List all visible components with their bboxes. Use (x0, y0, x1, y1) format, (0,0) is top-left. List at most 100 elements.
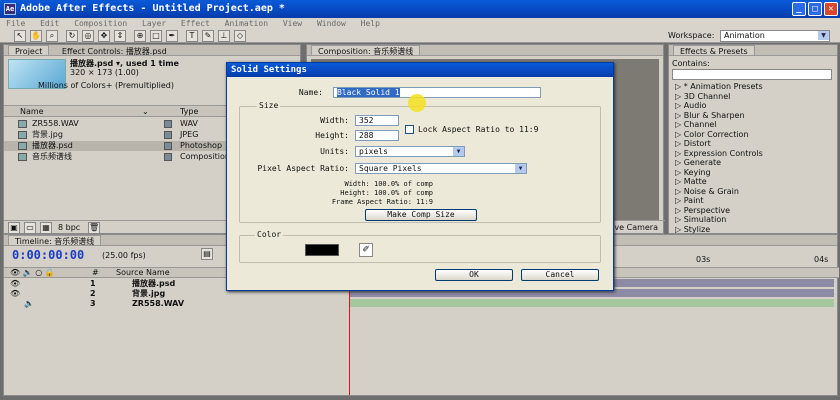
orbit-camera-tool-icon[interactable]: ◎ (82, 30, 94, 42)
menu-help[interactable]: Help (361, 19, 380, 28)
selection-tool-icon[interactable]: ↖ (14, 30, 26, 42)
height-input[interactable]: 288 (355, 130, 399, 141)
track-z-camera-tool-icon[interactable]: ⇕ (114, 30, 126, 42)
layer-name: 播放器.psd (132, 279, 176, 288)
effects-category-label: Stylize (683, 224, 711, 234)
label-color-swatch[interactable] (164, 153, 172, 161)
bit-depth-button[interactable]: 8 bpc (58, 221, 80, 234)
width-input[interactable]: 352 (355, 115, 399, 126)
speaker-icon[interactable]: 🔈 (24, 299, 34, 308)
minimize-button[interactable]: _ (792, 2, 806, 16)
layer-number: 1 (90, 279, 96, 288)
text-tool-icon[interactable]: T (186, 30, 198, 42)
solid-name-input[interactable]: Black Solid 1 (333, 87, 541, 98)
track-xy-camera-tool-icon[interactable]: ✥ (98, 30, 110, 42)
effects-presets-panel: Effects & Presets Contains: ▷ * Animatio… (668, 44, 838, 234)
current-timecode[interactable]: 0:00:00:00 (12, 248, 84, 262)
tab-project[interactable]: Project (8, 45, 50, 55)
effects-category[interactable]: ▷ Paint (675, 196, 704, 205)
effects-category-label: Expression Controls (683, 148, 763, 158)
column-type[interactable]: Type (180, 106, 198, 117)
pen-tool-icon[interactable]: ✒ (166, 30, 178, 42)
effects-category[interactable]: ▷ Stylize (675, 225, 710, 234)
column-source-name[interactable]: Source Name (116, 268, 170, 277)
lock-aspect-checkbox[interactable] (405, 125, 414, 134)
pixel-aspect-select[interactable]: Square Pixels ▼ (355, 163, 527, 174)
menu-view[interactable]: View (283, 19, 302, 28)
zoom-tool-icon[interactable]: ⌕ (46, 30, 58, 42)
comp-flowchart-icon[interactable]: ▤ (201, 248, 213, 260)
eye-icon[interactable]: 👁 (10, 279, 20, 288)
column-name[interactable]: Name (20, 106, 44, 117)
eraser-tool-icon[interactable]: ◇ (234, 30, 246, 42)
maximize-button[interactable]: □ (808, 2, 822, 16)
menu-window[interactable]: Window (317, 19, 346, 28)
effects-search-input[interactable] (672, 69, 832, 80)
brush-tool-icon[interactable]: ✎ (202, 30, 214, 42)
effects-category-label: Perspective (683, 205, 731, 215)
rectangle-mask-tool-icon[interactable]: □ (150, 30, 162, 42)
workspace-select[interactable]: Animation ▼ (720, 30, 830, 42)
label-color-swatch[interactable] (164, 120, 172, 128)
app-title-bar: Ae Adobe After Effects - Untitled Projec… (0, 0, 840, 18)
menu-file[interactable]: File (6, 19, 25, 28)
dialog-title-bar: Solid Settings (227, 63, 613, 77)
height-label: Height: (315, 131, 349, 140)
tab-timeline[interactable]: Timeline: 音乐频谱线 (8, 235, 102, 245)
sort-chevron-icon[interactable]: ⌄ (142, 106, 149, 117)
contains-label: Contains: (672, 59, 710, 68)
label-color-swatch[interactable] (164, 131, 172, 139)
menu-layer[interactable]: Layer (142, 19, 166, 28)
layer-name: 背景.jpg (132, 289, 166, 298)
effects-category[interactable]: ▷ Distort (675, 139, 711, 148)
make-comp-size-button[interactable]: Make Comp Size (365, 209, 477, 221)
menu-animation[interactable]: Animation (225, 19, 268, 28)
effects-category-label: Generate (683, 158, 722, 167)
size-group-title: Size (257, 101, 281, 110)
eyedropper-icon[interactable]: ✐ (359, 243, 373, 257)
color-swatch[interactable] (305, 244, 339, 256)
menu-effect[interactable]: Effect (181, 19, 210, 28)
effects-category[interactable]: ▷ Matte (675, 177, 707, 186)
menu-composition[interactable]: Composition (74, 19, 127, 28)
tab-effect-controls[interactable]: Effect Controls: 播放器.psd (55, 46, 173, 55)
hand-tool-icon[interactable]: ✋ (30, 30, 42, 42)
interpret-footage-icon[interactable]: ▣ (8, 222, 20, 234)
units-label: Units: (320, 147, 349, 156)
tab-composition[interactable]: Composition: 音乐频谱线 (311, 45, 421, 55)
effects-category[interactable]: ▷ Expression Controls (675, 149, 763, 158)
effects-category[interactable]: ▷ Keying (675, 168, 711, 177)
pan-behind-tool-icon[interactable]: ⊕ (134, 30, 146, 42)
cancel-button[interactable]: Cancel (521, 269, 599, 281)
ok-button[interactable]: OK (435, 269, 513, 281)
ruler-mark-03s: 03s (696, 255, 711, 264)
frame-rate-label: (25.00 fps) (102, 251, 146, 260)
close-button[interactable]: ✕ (824, 2, 838, 16)
effects-category[interactable]: ▷ Generate (675, 158, 721, 167)
effects-category[interactable]: ▷ Blur & Sharpen (675, 111, 745, 120)
effects-category[interactable]: ▷ * Animation Presets (675, 82, 763, 91)
new-folder-icon[interactable]: ▭ (24, 222, 36, 234)
effects-category[interactable]: ▷ Color Correction (675, 130, 749, 139)
width-percent-info: Width: 100.0% of comp (344, 180, 433, 188)
units-select[interactable]: pixels ▼ (355, 146, 465, 157)
effects-category[interactable]: ▷ Audio (675, 101, 706, 110)
trash-icon[interactable]: 🗑 (88, 222, 100, 234)
width-label: Width: (320, 116, 349, 125)
effects-category[interactable]: ▷ Perspective (675, 206, 730, 215)
timeline-layer-row[interactable]: 🔈 3 ZR558.WAV (4, 299, 839, 308)
eye-icon[interactable]: 👁 (10, 289, 20, 298)
effects-category-label: Keying (683, 167, 711, 177)
effects-category[interactable]: ▷ 3D Channel (675, 92, 730, 101)
effects-category[interactable]: ▷ Channel (675, 120, 717, 129)
menu-edit[interactable]: Edit (40, 19, 59, 28)
rotation-tool-icon[interactable]: ↻ (66, 30, 78, 42)
label-color-swatch[interactable] (164, 142, 172, 150)
effects-category[interactable]: ▷ Simulation (675, 215, 726, 224)
clone-stamp-tool-icon[interactable]: ⊥ (218, 30, 230, 42)
project-tab-row: Project Effect Controls: 播放器.psd (4, 45, 300, 56)
tab-effects-presets[interactable]: Effects & Presets (673, 45, 755, 55)
effects-category[interactable]: ▷ Noise & Grain (675, 187, 739, 196)
new-composition-icon[interactable]: ▦ (40, 222, 52, 234)
layer-duration-bar[interactable] (349, 299, 834, 307)
